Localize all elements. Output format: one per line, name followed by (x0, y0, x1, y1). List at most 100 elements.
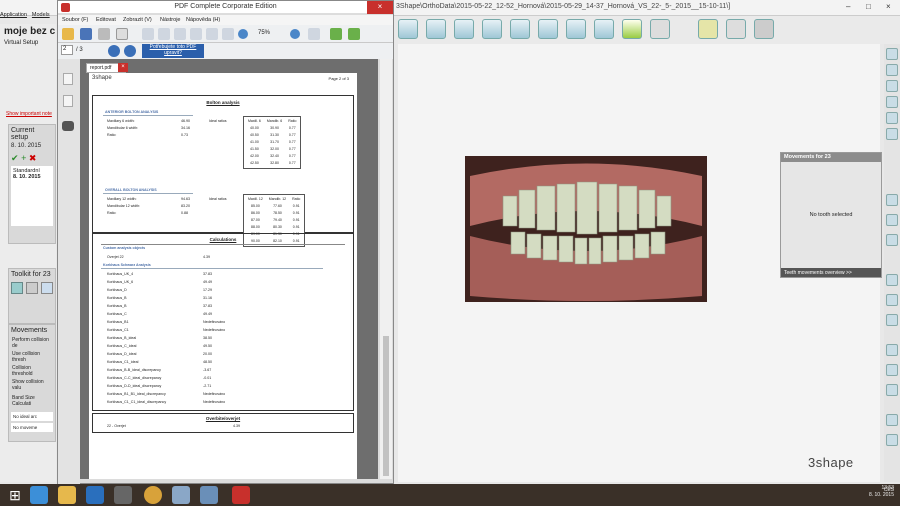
scrollbar-thumb[interactable] (383, 336, 389, 476)
tool-icon[interactable] (886, 414, 898, 426)
rotate-icon[interactable] (308, 28, 320, 40)
pages-panel-icon[interactable] (63, 73, 73, 85)
teamviewer-icon[interactable] (86, 486, 104, 504)
pdf-window-title: PDF Complete Corporate Edition (174, 3, 277, 10)
page-number-input[interactable]: 2 (61, 45, 73, 55)
email-icon[interactable] (116, 28, 128, 40)
menu-edit[interactable]: Editovat (96, 17, 116, 23)
measure-icon[interactable] (482, 19, 502, 39)
cell: 32.80 (270, 161, 279, 165)
add-icon[interactable]: + (21, 153, 26, 163)
chrome-icon[interactable] (144, 486, 162, 504)
movement-option[interactable]: Use collision thresh (9, 350, 55, 364)
zoom-level[interactable]: 75% (258, 30, 270, 36)
tool-icon[interactable] (886, 194, 898, 206)
tool-icon[interactable] (886, 64, 898, 76)
taskbar: ⊞ CES 13:53 8. 10. 2015 (0, 484, 900, 506)
ideal-ratios-label: Ideal ratios (209, 197, 227, 201)
select-cursor-icon[interactable] (142, 28, 154, 40)
fit-width-icon[interactable] (206, 28, 218, 40)
search-binoculars-icon[interactable] (62, 121, 74, 131)
save-icon[interactable] (80, 28, 92, 40)
hand-tool-icon[interactable] (158, 28, 170, 40)
zoom-in-icon[interactable] (290, 29, 300, 39)
movement-option[interactable]: Perform collision de (9, 336, 55, 350)
explorer-icon[interactable] (58, 486, 76, 504)
camera-icon[interactable] (114, 486, 132, 504)
menu-application[interactable]: Application (0, 12, 27, 18)
tool-icon[interactable] (886, 344, 898, 356)
section-icon[interactable] (510, 19, 530, 39)
close-tab-icon[interactable]: × (118, 63, 128, 72)
tooth-settings-icon[interactable] (698, 19, 718, 39)
back-arrow-icon[interactable] (330, 28, 342, 40)
model-base-icon[interactable] (538, 19, 558, 39)
clock-date: 8. 10. 2015 (868, 492, 894, 498)
tool-icon[interactable] (886, 214, 898, 226)
tool-icon[interactable] (886, 234, 898, 246)
checkmark-icon[interactable]: ✔ (11, 153, 19, 163)
pdf-complete-icon[interactable] (232, 486, 250, 504)
tool-icon[interactable] (886, 128, 898, 140)
movement-option[interactable]: Collision threshold (9, 364, 55, 378)
menu-view[interactable]: Zobrazit (V) (123, 17, 152, 23)
tool-icon[interactable] (886, 274, 898, 286)
cell: 0.77 (288, 133, 296, 137)
dental-model-3d[interactable] (465, 156, 707, 302)
print-icon[interactable] (650, 19, 670, 39)
jaw-icon[interactable] (726, 19, 746, 39)
show-notes-link[interactable]: Show important note (6, 111, 52, 117)
pdf-sidebar (58, 59, 80, 485)
zoom-icon[interactable] (174, 28, 186, 40)
full-screen-icon[interactable] (222, 28, 234, 40)
teeth-icon[interactable] (594, 19, 614, 39)
view-side-icon[interactable] (426, 19, 446, 39)
forward-arrow-icon[interactable] (348, 28, 360, 40)
fit-page-icon[interactable] (190, 28, 202, 40)
delete-icon[interactable]: ✖ (29, 153, 37, 163)
list-item[interactable]: 8. 10. 2015 (13, 174, 51, 180)
tool-icon[interactable] (886, 364, 898, 376)
close-icon[interactable]: × (367, 1, 393, 14)
menu-tools[interactable]: Nástroje (160, 17, 180, 23)
attachments-icon[interactable] (63, 95, 73, 107)
tool-icon[interactable] (886, 384, 898, 396)
open-folder-icon[interactable] (62, 28, 74, 40)
promo-banner[interactable]: Potřebujete toto PDF upravit? (142, 44, 204, 58)
band-size-label: Band Size Calculati (12, 395, 35, 407)
tool-icon[interactable] (886, 294, 898, 306)
view-top-icon[interactable] (454, 19, 474, 39)
row-value: 37.83 (203, 304, 212, 308)
move-tool-icon[interactable] (41, 282, 53, 294)
app-icon[interactable] (172, 486, 190, 504)
zoom-out-icon[interactable] (238, 29, 248, 39)
movements-overview-link[interactable]: Teeth movements overview >> (781, 268, 881, 277)
menu-help[interactable]: Nápověda (H) (186, 17, 220, 23)
info-icon[interactable] (124, 45, 136, 57)
print-icon[interactable] (98, 28, 110, 40)
tool-icon[interactable] (886, 434, 898, 446)
model-icon[interactable] (754, 19, 774, 39)
tool-icon[interactable] (886, 48, 898, 60)
tool-icon[interactable] (886, 96, 898, 108)
tool-icon[interactable] (886, 314, 898, 326)
minimize-icon[interactable]: – (846, 2, 850, 11)
ie-icon[interactable] (30, 486, 48, 504)
occlusion-icon[interactable] (566, 19, 586, 39)
rotate-tool-icon[interactable] (26, 282, 38, 294)
3shape-icon[interactable] (200, 486, 218, 504)
current-setup-date: 8. 10. 2015 (11, 143, 42, 149)
help-icon[interactable] (108, 45, 120, 57)
marker-icon[interactable] (622, 19, 642, 39)
windows-start-icon[interactable]: ⊞ (6, 486, 24, 504)
close-icon[interactable]: × (886, 2, 891, 11)
view-front-icon[interactable] (398, 19, 418, 39)
tool-icon[interactable] (886, 80, 898, 92)
menu-file[interactable]: Soubor (F) (62, 17, 88, 23)
maximize-icon[interactable]: □ (866, 2, 871, 11)
tool-icon[interactable] (886, 112, 898, 124)
clock[interactable]: 13:53 8. 10. 2015 (854, 485, 894, 499)
tooth-tool-icon[interactable] (11, 282, 23, 294)
menu-models[interactable]: Models (32, 12, 50, 18)
movement-option[interactable]: Show collision valu (9, 378, 55, 392)
